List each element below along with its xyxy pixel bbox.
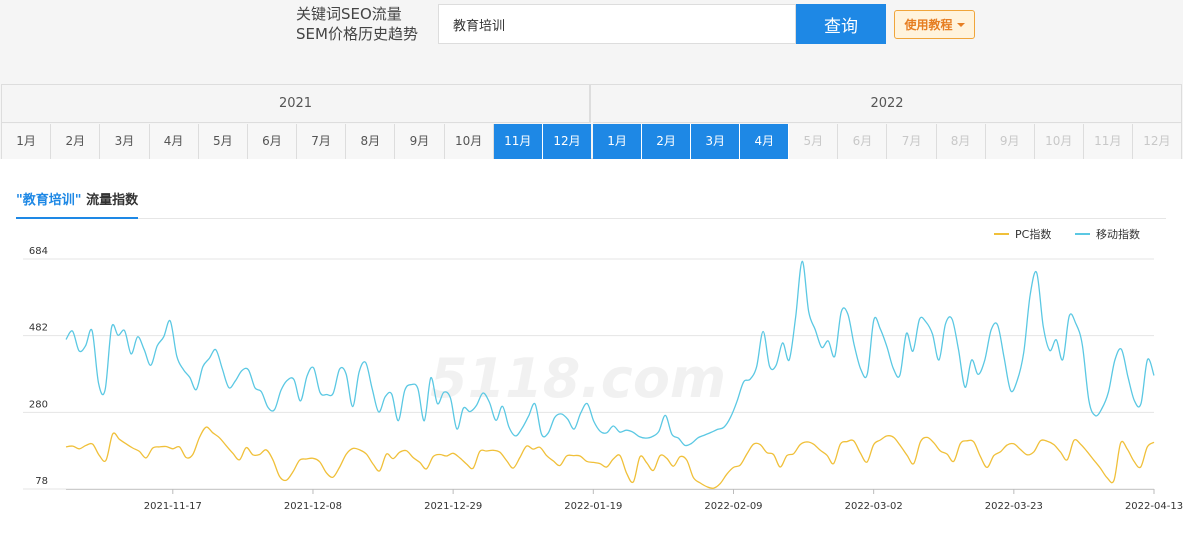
x-tick-label: 2022-01-19 <box>564 501 622 512</box>
x-tick-label: 2021-12-08 <box>284 501 342 512</box>
watermark: 5118.com <box>430 347 726 410</box>
trend-line-chart: 5118.com 78 280 482 684 2021-11-17 2021-12-08… <box>23 227 1183 512</box>
y-tick-label: 684 <box>29 246 48 257</box>
x-tick-label: 2022-04-13 <box>1125 501 1183 512</box>
x-tick-label: 2022-03-23 <box>985 501 1043 512</box>
legend-label-mobile[interactable]: 移动指数 <box>1096 227 1140 241</box>
y-tick-label: 280 <box>29 399 48 410</box>
x-tick-label: 2022-02-09 <box>704 501 762 512</box>
x-tick-label: 2021-11-17 <box>144 501 202 512</box>
y-tick-label: 482 <box>29 323 48 334</box>
series-line-pc <box>65 426 1155 489</box>
x-tick-label: 2022-03-02 <box>845 501 903 512</box>
x-tick-label: 2021-12-29 <box>424 501 482 512</box>
y-tick-label: 78 <box>35 476 48 487</box>
legend-label-pc[interactable]: PC指数 <box>1015 227 1051 241</box>
